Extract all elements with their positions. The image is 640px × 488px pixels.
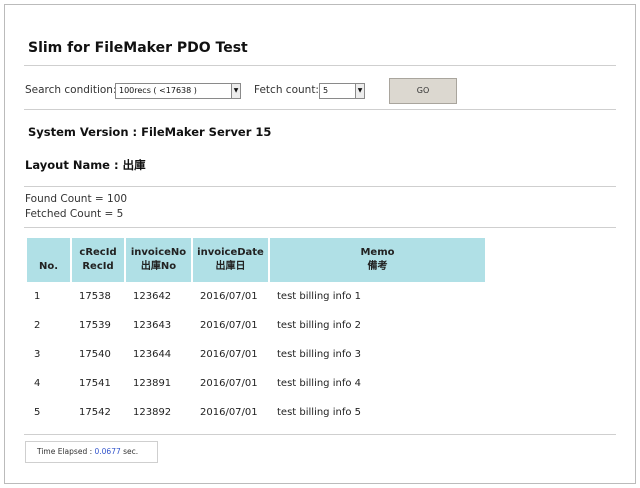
time-elapsed-unit: sec. [120,447,139,456]
header-label: invoiceDate [197,247,264,258]
divider [24,186,616,187]
divider [24,227,616,228]
time-elapsed-value: 0.0677 [94,447,121,456]
search-condition-value: 100recs ( <17638 ) [119,86,197,95]
cell-invoiceno: 123642 [133,291,172,302]
table-row: 2 17539 123643 2016/07/01 test billing i… [27,311,485,340]
divider [24,109,616,110]
cell-crecid: 17541 [79,378,111,389]
cell-no: 1 [34,291,41,302]
column-header-invoiceno: invoiceNo 出庫No [126,238,191,282]
system-version: System Version : FileMaker Server 15 [28,125,272,139]
column-header-no: No. [27,238,70,282]
cell-memo: test billing info 2 [277,320,362,331]
found-count: Found Count = 100 [25,193,128,205]
fetch-count-select[interactable]: 5 ▼ [319,83,365,99]
cell-crecid: 17542 [79,407,111,418]
cell-no: 4 [34,378,41,389]
table-row: 5 17542 123892 2016/07/01 test billing i… [27,398,485,427]
cell-invoicedate: 2016/07/01 [200,320,258,331]
page-title: Slim for FileMaker PDO Test [28,40,248,56]
table-row: 1 17538 123642 2016/07/01 test billing i… [27,282,485,311]
results-table: No. cRecId RecId invoiceNo 出庫No invoiceD… [25,238,487,427]
column-header-crecid: cRecId RecId [72,238,124,282]
fetch-count-value: 5 [323,86,329,95]
chevron-down-icon[interactable]: ▼ [355,84,364,98]
cell-crecid: 17538 [79,291,111,302]
cell-invoicedate: 2016/07/01 [200,291,258,302]
header-label: No. [38,261,59,272]
header-label: cRecId [79,247,117,258]
column-header-memo: Memo 備考 [270,238,485,282]
time-elapsed-box: Time Elapsed : 0.0677 sec. [25,441,158,463]
header-label: Memo [360,247,395,258]
header-label: invoiceNo [130,247,187,258]
cell-invoicedate: 2016/07/01 [200,407,258,418]
layout-name: Layout Name : 出庫 [25,158,146,172]
fetched-count: Fetched Count = 5 [25,208,124,220]
cell-memo: test billing info 3 [277,349,362,360]
chevron-down-icon[interactable]: ▼ [231,84,240,98]
fetch-count-label: Fetch count: [254,84,319,96]
cell-crecid: 17539 [79,320,111,331]
column-header-invoicedate: invoiceDate 出庫日 [193,238,268,282]
cell-invoiceno: 123643 [133,320,172,331]
cell-no: 5 [34,407,41,418]
cell-invoiceno: 123891 [133,378,172,389]
cell-invoicedate: 2016/07/01 [200,378,258,389]
search-condition-select[interactable]: 100recs ( <17638 ) ▼ [115,83,241,99]
cell-invoiceno: 123892 [133,407,172,418]
go-button[interactable]: GO [389,78,457,104]
cell-memo: test billing info 4 [277,378,362,389]
time-elapsed-label: Time Elapsed : [37,447,95,456]
table-header-row: No. cRecId RecId invoiceNo 出庫No invoiceD… [27,238,485,282]
cell-memo: test billing info 5 [277,407,362,418]
header-sublabel: 出庫日 [215,261,246,272]
header-sublabel: 備考 [367,261,388,272]
table-row: 4 17541 123891 2016/07/01 test billing i… [27,369,485,398]
cell-crecid: 17540 [79,349,111,360]
cell-no: 2 [34,320,41,331]
table-row: 3 17540 123644 2016/07/01 test billing i… [27,340,485,369]
header-sublabel: 出庫No [140,261,177,272]
search-condition-label: Search condition: [25,84,117,96]
divider [24,434,616,435]
divider [24,65,616,66]
header-sublabel: RecId [82,261,114,272]
cell-invoicedate: 2016/07/01 [200,349,258,360]
cell-invoiceno: 123644 [133,349,172,360]
cell-no: 3 [34,349,41,360]
cell-memo: test billing info 1 [277,291,362,302]
